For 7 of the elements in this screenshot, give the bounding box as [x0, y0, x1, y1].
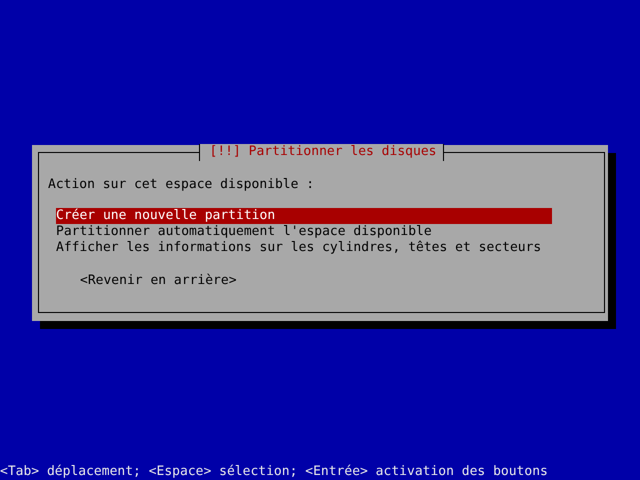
prompt-text: Action sur cet espace disponible : [48, 177, 316, 193]
dialog-title: [!!] Partitionner les disques [198, 144, 444, 161]
menu-item[interactable]: Afficher les informations sur les cylindres, têtes et secteurs [56, 240, 552, 256]
help-text: <Tab> déplacement; <Espace> sélection; <Entrée> activation des boutons [0, 464, 549, 480]
back-button[interactable]: <Revenir en arrière> [80, 273, 237, 289]
menu-item[interactable]: Créer une nouvelle partition [56, 208, 552, 224]
menu-item[interactable]: Partitionner automatiquement l'espace disponible [56, 224, 552, 240]
